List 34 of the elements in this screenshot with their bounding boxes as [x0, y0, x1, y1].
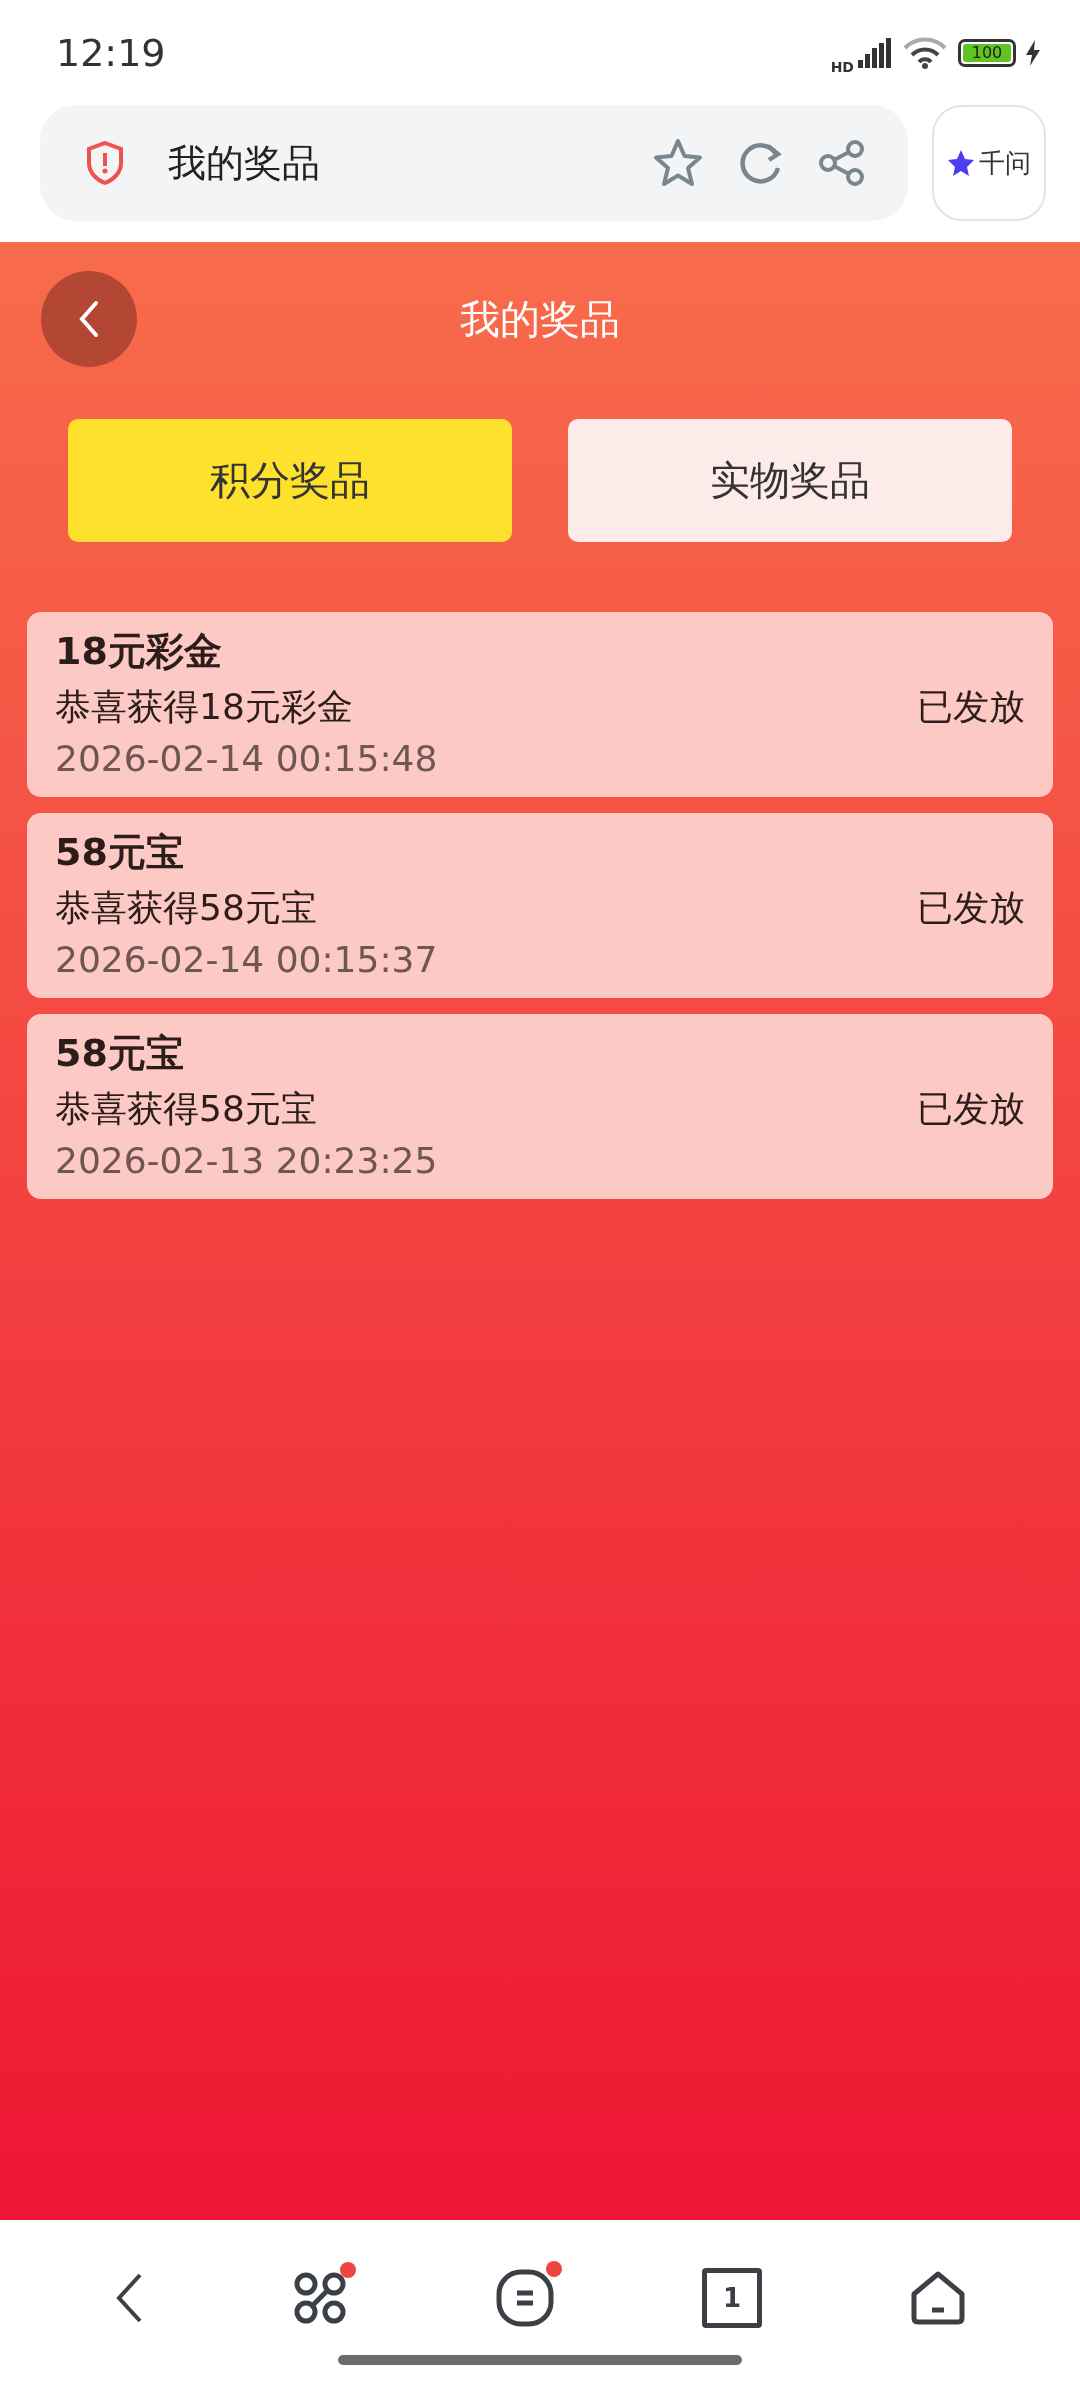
address-bar[interactable]: 我的奖品 [40, 105, 908, 221]
wifi-icon [902, 36, 948, 69]
prize-status: 已发放 [917, 1087, 1025, 1131]
battery-icon: 100 [958, 38, 1016, 67]
prize-date: 2026-02-13 20:23:25 [55, 1140, 439, 1181]
prize-description: 恭喜获得58元宝 [55, 886, 317, 930]
prize-name: 58元宝 [55, 1030, 185, 1077]
assistant-button[interactable]: 千问 [932, 105, 1046, 221]
prize-date: 2026-02-14 00:15:37 [55, 939, 439, 980]
prize-date: 2026-02-14 00:15:48 [55, 738, 439, 779]
reload-icon[interactable] [738, 140, 784, 186]
back-icon[interactable] [114, 2271, 144, 2324]
page-title: 我的奖品 [168, 139, 321, 187]
menu-icon[interactable] [496, 2268, 554, 2327]
star-icon[interactable] [652, 138, 704, 188]
signal-icon [858, 37, 892, 68]
prize-name: 18元彩金 [55, 628, 223, 675]
sparkle-icon [947, 149, 975, 177]
home-icon[interactable] [910, 2269, 966, 2326]
prize-name: 58元宝 [55, 829, 185, 876]
status-time: 12:19 [56, 30, 166, 75]
prize-status: 已发放 [917, 685, 1025, 729]
page-heading: 我的奖品 [460, 295, 620, 344]
prize-description: 恭喜获得58元宝 [55, 1087, 317, 1131]
tabs-button[interactable]: 1 [702, 2267, 762, 2328]
prize-status: 已发放 [917, 886, 1025, 930]
prize-tab[interactable]: 积分奖品 [68, 419, 512, 542]
prize-description: 恭喜获得18元彩金 [55, 685, 353, 729]
network-label: HD [830, 58, 854, 75]
share-icon[interactable] [818, 139, 866, 187]
prize-tab[interactable]: 实物奖品 [568, 419, 1012, 542]
charging-icon [1026, 39, 1040, 66]
shield-icon [86, 141, 124, 185]
back-icon [78, 300, 100, 338]
